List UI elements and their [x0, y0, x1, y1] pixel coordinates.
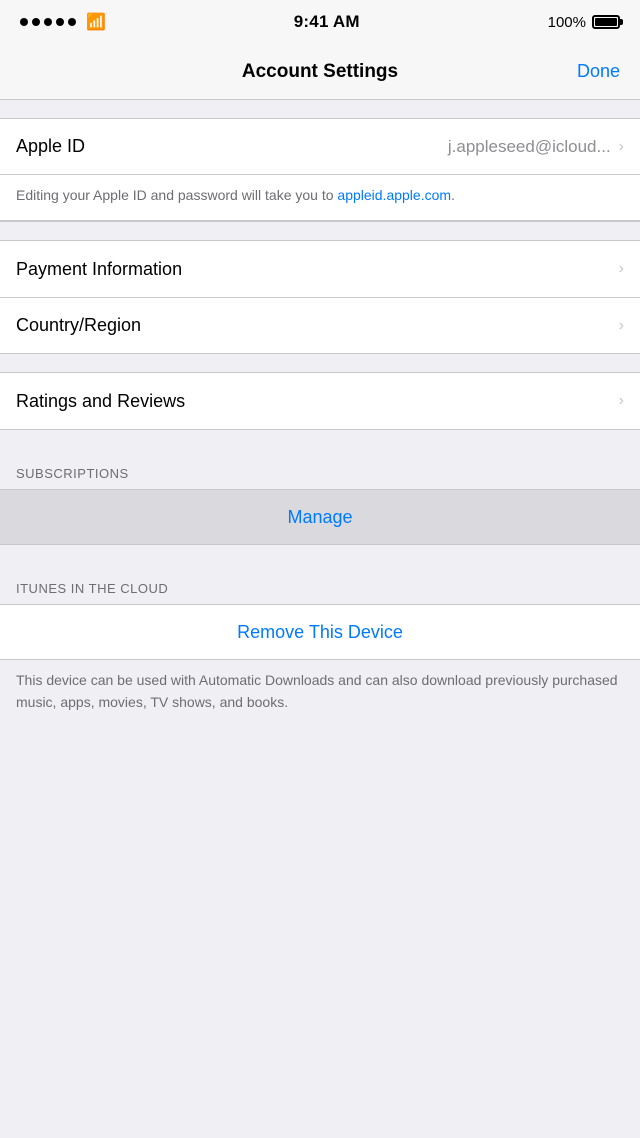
- payment-information-row[interactable]: Payment Information ›: [0, 241, 640, 297]
- ratings-section: Ratings and Reviews ›: [0, 372, 640, 430]
- page-title: Account Settings: [242, 61, 398, 83]
- section-gap-3: [0, 354, 640, 372]
- signal-dots: [20, 18, 76, 26]
- manage-label: Manage: [287, 507, 352, 528]
- battery-icon: [592, 15, 620, 29]
- wifi-icon: 📶: [86, 12, 106, 32]
- description-text-before: Editing your Apple ID and password will …: [16, 187, 337, 203]
- manage-row[interactable]: Manage: [0, 489, 640, 545]
- footer-text: This device can be used with Automatic D…: [16, 670, 624, 713]
- remove-device-label: Remove This Device: [237, 622, 403, 643]
- payment-country-section: Payment Information › Country/Region ›: [0, 240, 640, 354]
- apple-id-section: Apple ID j.appleseed@icloud... › Editing…: [0, 118, 640, 222]
- section-gap-2: [0, 222, 640, 240]
- status-left: 📶: [20, 12, 106, 32]
- apple-id-description: Editing your Apple ID and password will …: [0, 175, 640, 221]
- nav-bar: Account Settings Done: [0, 44, 640, 100]
- section-gap-5: [0, 545, 640, 563]
- battery-percent: 100%: [548, 14, 586, 31]
- itunes-cloud-header: iTUNES IN THE CLOUD: [0, 563, 640, 604]
- description-text-after: .: [451, 187, 455, 203]
- ratings-reviews-row[interactable]: Ratings and Reviews ›: [0, 373, 640, 429]
- apple-id-value: j.appleseed@icloud...: [448, 137, 611, 157]
- chevron-right-icon: ›: [619, 317, 624, 335]
- chevron-right-icon: ›: [619, 138, 624, 156]
- status-time: 9:41 AM: [294, 12, 360, 32]
- remove-device-row[interactable]: Remove This Device: [0, 604, 640, 660]
- section-gap-1: [0, 100, 640, 118]
- done-button[interactable]: Done: [577, 61, 620, 82]
- apple-id-label: Apple ID: [16, 136, 448, 157]
- chevron-right-icon: ›: [619, 392, 624, 410]
- section-gap-4: [0, 430, 640, 448]
- country-region-label: Country/Region: [16, 315, 619, 336]
- status-right: 100%: [548, 14, 620, 31]
- country-region-row[interactable]: Country/Region ›: [0, 297, 640, 353]
- status-bar: 📶 9:41 AM 100%: [0, 0, 640, 44]
- apple-id-row[interactable]: Apple ID j.appleseed@icloud... ›: [0, 119, 640, 175]
- ratings-reviews-label: Ratings and Reviews: [16, 391, 619, 412]
- apple-id-link[interactable]: appleid.apple.com: [337, 187, 451, 203]
- footer-description: This device can be used with Automatic D…: [0, 660, 640, 733]
- subscriptions-header: SUBSCRIPTIONS: [0, 448, 640, 489]
- payment-information-label: Payment Information: [16, 259, 619, 280]
- chevron-right-icon: ›: [619, 260, 624, 278]
